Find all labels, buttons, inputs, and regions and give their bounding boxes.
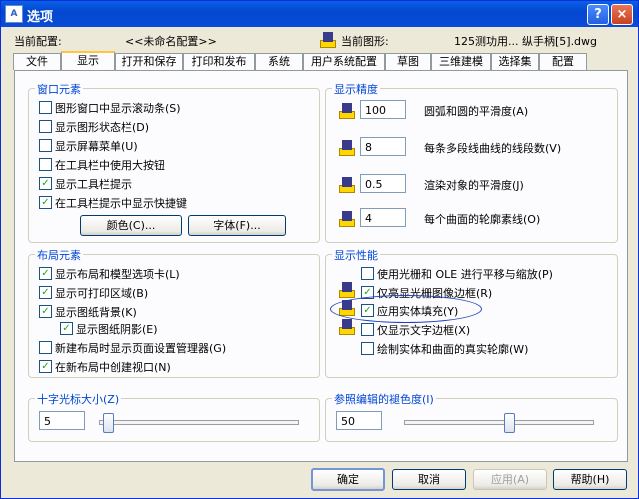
checkbox-label: 图形窗口中显示滚动条(S) bbox=[55, 102, 181, 115]
drawing-setting-icon bbox=[339, 103, 355, 119]
title-bar[interactable]: A 选项 ? × bbox=[1, 1, 638, 27]
crosshair-size-title: 十字光标大小(Z) bbox=[35, 391, 122, 407]
checkbox-box bbox=[39, 139, 52, 152]
current-drawing-label: 当前图形: bbox=[341, 35, 389, 48]
crosshair-slider-track[interactable] bbox=[99, 420, 299, 425]
checkbox-box: ✓ bbox=[39, 360, 52, 373]
xref-slider-thumb[interactable] bbox=[504, 413, 516, 433]
help-button[interactable]: 帮助(H) bbox=[553, 469, 627, 490]
layout-elements-title: 布局元素 bbox=[35, 247, 83, 263]
tab-3d-modeling[interactable]: 三维建模 bbox=[431, 53, 491, 70]
checkbox-label: 仅显示文字边框(X) bbox=[377, 324, 471, 337]
ok-button[interactable]: 确定 bbox=[311, 468, 385, 491]
arc-smoothness-input[interactable]: 100 bbox=[360, 100, 406, 119]
display-tab-panel: 窗口元素 图形窗口中显示滚动条(S) 显示图形状态栏(D) 显示屏幕菜单(U) … bbox=[14, 70, 628, 462]
display-performance-title: 显示性能 bbox=[332, 247, 380, 263]
window-elements-title: 窗口元素 bbox=[35, 81, 83, 97]
tab-display[interactable]: 显示 bbox=[61, 51, 115, 72]
checkbox-box bbox=[361, 342, 374, 355]
xref-fading-input[interactable]: 50 bbox=[336, 411, 382, 430]
tab-profiles[interactable]: 配置 bbox=[539, 53, 587, 70]
checkbox-box: ✓ bbox=[39, 267, 52, 280]
rendered-smoothness-label: 渲染对象的平滑度(J) bbox=[424, 179, 524, 192]
drawing-icon bbox=[320, 32, 336, 48]
drawing-setting-icon bbox=[339, 140, 355, 156]
xref-slider-track[interactable] bbox=[404, 420, 594, 425]
crosshair-slider-thumb[interactable] bbox=[103, 413, 114, 433]
checkbox-label: 显示工具栏提示 bbox=[55, 178, 132, 191]
checkbox-label: 在工具栏中使用大按钮 bbox=[55, 159, 165, 172]
checkbox-label: 显示布局和模型选项卡(L) bbox=[55, 268, 180, 281]
checkbox-label: 在工具栏提示中显示快捷键 bbox=[55, 197, 187, 210]
tab-plot-publish[interactable]: 打印和发布 bbox=[183, 53, 255, 70]
drawing-setting-icon bbox=[339, 211, 355, 227]
cancel-button[interactable]: 取消 bbox=[392, 469, 466, 490]
checkbox-box bbox=[39, 101, 52, 114]
checkbox-label: 新建布局时显示页面设置管理器(G) bbox=[55, 342, 227, 355]
checkbox-label: 在新布局中创建视口(N) bbox=[55, 361, 171, 374]
xref-fading-title: 参照编辑的褪色度(I) bbox=[332, 391, 436, 407]
fonts-button[interactable]: 字体(F)... bbox=[188, 215, 286, 236]
apply-button[interactable]: 应用(A) bbox=[473, 469, 547, 490]
drawing-setting-icon bbox=[339, 319, 355, 335]
checkbox-box: ✓ bbox=[39, 196, 52, 209]
checkbox-box: ✓ bbox=[39, 177, 52, 190]
checkbox-label: 绘制实体和曲面的真实轮廓(W) bbox=[377, 343, 529, 356]
tab-drafting[interactable]: 草图 bbox=[385, 53, 431, 70]
tab-files[interactable]: 文件 bbox=[13, 53, 61, 70]
drawing-setting-icon bbox=[339, 282, 355, 298]
crosshair-size-input[interactable]: 5 bbox=[39, 411, 85, 430]
xref-fading-group: 参照编辑的褪色度(I) 50 bbox=[325, 391, 618, 442]
checkbox-box bbox=[39, 158, 52, 171]
display-resolution-title: 显示精度 bbox=[332, 81, 380, 97]
checkbox-box: ✓ bbox=[60, 322, 73, 335]
help-title-button[interactable]: ? bbox=[587, 4, 609, 25]
window-elements-group: 窗口元素 图形窗口中显示滚动条(S) 显示图形状态栏(D) 显示屏幕菜单(U) … bbox=[28, 81, 320, 243]
tab-open-save[interactable]: 打开和保存 bbox=[115, 53, 183, 70]
polyline-segments-input[interactable]: 8 bbox=[360, 137, 406, 156]
autocad-icon: A bbox=[5, 5, 23, 23]
checkbox-box bbox=[361, 267, 374, 280]
checkbox-box bbox=[39, 341, 52, 354]
window-title: 选项 bbox=[27, 10, 54, 25]
drawing-setting-icon bbox=[339, 177, 355, 193]
tab-selection[interactable]: 选择集 bbox=[491, 53, 539, 70]
checkbox-box: ✓ bbox=[39, 305, 52, 318]
layout-elements-group: 布局元素 ✓ 显示布局和模型选项卡(L) ✓ 显示可打印区域(B) ✓ 显示图纸背景(… bbox=[28, 247, 320, 378]
checkbox-box bbox=[39, 120, 52, 133]
current-profile-value: <<未命名配置>> bbox=[125, 35, 217, 48]
checkbox-box bbox=[361, 323, 374, 336]
display-performance-group: 显示性能 使用光栅和 OLE 进行平移与缩放(P) ✓ 仅亮显光栅图像边框(R) … bbox=[325, 247, 618, 378]
checkbox-label: 显示图纸背景(K) bbox=[55, 306, 137, 319]
checkbox-label: 显示图纸阴影(E) bbox=[76, 323, 158, 336]
checkbox-label: 显示图形状态栏(D) bbox=[55, 121, 150, 134]
current-drawing-value: 125测功用... 纵手柄[5].dwg bbox=[454, 35, 598, 48]
options-dialog: A 选项 ? × 当前配置: <<未命名配置>> 当前图形: 125测功用...… bbox=[0, 0, 639, 499]
checkbox-label: 显示屏幕菜单(U) bbox=[55, 140, 138, 153]
crosshair-size-group: 十字光标大小(Z) 5 bbox=[28, 391, 320, 442]
checkbox-label: 显示可打印区域(B) bbox=[55, 287, 149, 300]
polyline-segments-label: 每条多段线曲线的线段数(V) bbox=[424, 142, 562, 155]
checkbox-box: ✓ bbox=[39, 286, 52, 299]
tab-user-preferences[interactable]: 用户系统配置 bbox=[303, 53, 385, 70]
display-resolution-group: 显示精度 100 圆弧和圆的平滑度(A) 8 每条多段线曲线的线段数(V) 0.… bbox=[325, 81, 618, 243]
contour-lines-label: 每个曲面的轮廓素线(O) bbox=[424, 213, 541, 226]
close-button[interactable]: × bbox=[611, 4, 633, 25]
rendered-smoothness-input[interactable]: 0.5 bbox=[360, 174, 406, 193]
highlight-ellipse bbox=[330, 295, 482, 323]
checkbox-label: 使用光栅和 OLE 进行平移与缩放(P) bbox=[377, 268, 553, 281]
contour-lines-input[interactable]: 4 bbox=[360, 208, 406, 227]
current-profile-label: 当前配置: bbox=[14, 35, 62, 48]
arc-smoothness-label: 圆弧和圆的平滑度(A) bbox=[424, 105, 529, 118]
colors-button[interactable]: 颜色(C)... bbox=[80, 215, 182, 236]
tab-system[interactable]: 系统 bbox=[255, 53, 303, 70]
